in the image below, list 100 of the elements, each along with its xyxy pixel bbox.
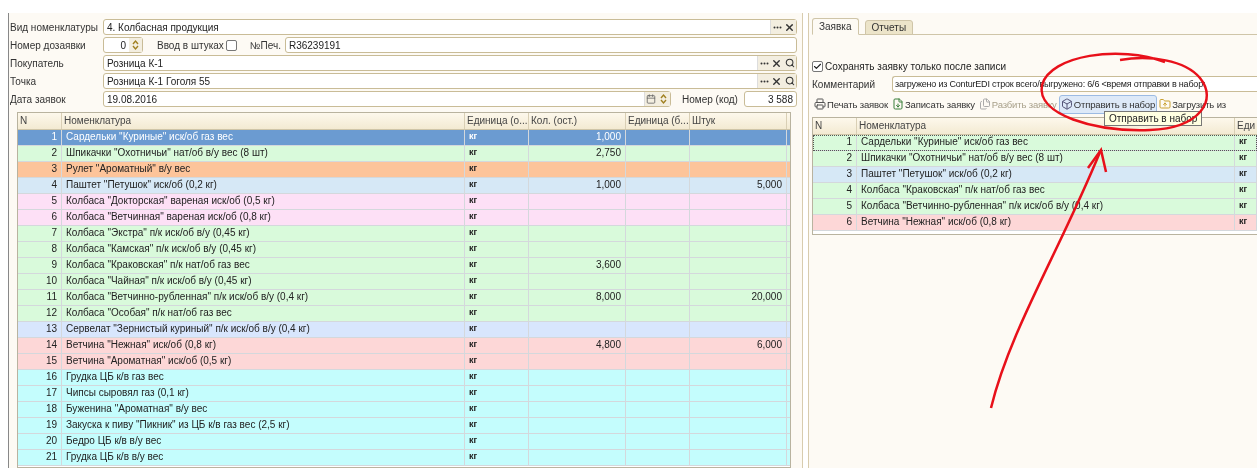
- table-row[interactable]: 20 Бедро ЦБ к/в в/у вес кг: [18, 434, 790, 450]
- number-field[interactable]: 0: [103, 37, 143, 53]
- table-cell: Паштет "Петушок" иск/об (0,2 кг): [857, 167, 1235, 182]
- ellipsis-icon[interactable]: [772, 25, 782, 29]
- input-field[interactable]: Розница К-1: [103, 55, 797, 71]
- toolbar-button[interactable]: Печать заявок: [812, 94, 890, 114]
- spinner-icon[interactable]: [132, 39, 139, 51]
- table-cell: кг: [465, 322, 529, 337]
- column-header[interactable]: Единица (б...: [626, 113, 690, 129]
- table-cell: Ветчина "Нежная" иск/об (0,8 кг): [857, 215, 1235, 230]
- tab[interactable]: Заявка: [812, 18, 859, 35]
- table-cell: 17: [18, 386, 62, 401]
- column-header[interactable]: Штук: [690, 113, 787, 129]
- table-row[interactable]: 6 Ветчина "Нежная" иск/об (0,8 кг) кг: [813, 215, 1257, 231]
- table-row[interactable]: 3 Паштет "Петушок" иск/об (0,2 кг) кг: [813, 167, 1257, 183]
- calendar-icon[interactable]: [646, 94, 656, 104]
- input-field[interactable]: R36239191: [284, 37, 797, 53]
- input-field[interactable]: Розница К-1 Гоголя 55: [103, 73, 797, 89]
- table-cell: 3,600: [529, 258, 626, 273]
- ellipsis-icon[interactable]: [759, 79, 769, 83]
- date-field[interactable]: 19.08.2016: [103, 91, 671, 107]
- table-row[interactable]: 8 Колбаса "Камская" п/к иск/об в/у (0,45 кг) кг: [18, 242, 790, 258]
- table-cell: 13: [18, 322, 62, 337]
- column-header[interactable]: Номенклатура: [62, 113, 465, 129]
- table-cell: кг: [465, 210, 529, 225]
- field-label: Номер (код): [682, 93, 738, 105]
- table-row[interactable]: 12 Колбаса "Особая" п/к нат/об газ вес кг: [18, 306, 790, 322]
- table-cell: 2: [813, 151, 857, 166]
- table-cell: Грудка ЦБ к/в в/у вес: [62, 450, 465, 465]
- table-row[interactable]: 2 Шпикачки "Охотничьи" нат/об в/у вес (8 шт) кг: [813, 151, 1257, 167]
- table-row[interactable]: 21 Грудка ЦБ к/в в/у вес кг: [18, 450, 790, 466]
- table-row[interactable]: 16 Грудка ЦБ к/в газ вес кг: [18, 370, 790, 386]
- table-cell: 1: [18, 130, 62, 145]
- field-label: Дата заявок: [10, 93, 67, 105]
- table-cell: кг: [465, 418, 529, 433]
- table-row[interactable]: 19 Закуска к пиву "Пикник" из ЦБ к/в газ вес (2,5 кг) кг: [18, 418, 790, 434]
- input-field[interactable]: 4. Колбасная продукция: [103, 19, 797, 35]
- table-cell: 20,000: [690, 290, 787, 305]
- table-cell: кг: [465, 130, 529, 145]
- table-cell: 1,000: [529, 130, 626, 145]
- input-field[interactable]: 3 588: [743, 91, 797, 107]
- table-cell: Шпикачки "Охотничьи" нат/об в/у вес (8 шт): [62, 146, 465, 161]
- table-cell: Чипсы сыровял газ (0,1 кг): [62, 386, 465, 401]
- field-label: №Печ.: [249, 39, 281, 51]
- table-cell: 4: [813, 183, 857, 198]
- table-row[interactable]: 17 Чипсы сыровял газ (0,1 кг) кг: [18, 386, 790, 402]
- column-header[interactable]: N: [813, 118, 857, 134]
- table-row[interactable]: 2 Шпикачки "Охотничьи" нат/об в/у вес (8 шт) кг 2,750: [18, 146, 790, 162]
- ellipsis-icon[interactable]: [759, 61, 769, 65]
- table-cell: Сардельки "Куриные" иск/об газ вес: [857, 135, 1235, 150]
- table-row[interactable]: 5 Колбаса "Докторская" вареная иск/об (0,5 кг) кг: [18, 194, 790, 210]
- table-row[interactable]: 11 Колбаса "Ветчинно-рубленная" п/к иск/об в/у (0,4 кг) кг 8,000 20,000: [18, 290, 790, 306]
- tab[interactable]: Отчеты: [864, 20, 914, 35]
- table-cell: Ветчина "Нежная" иск/об (0,8 кг): [62, 338, 465, 353]
- table-cell: Сардельки "Куриные" иск/об газ вес: [62, 130, 465, 145]
- spinner-icon[interactable]: [660, 93, 667, 105]
- table-row[interactable]: 3 Рулет "Ароматный" в/у вес кг: [18, 162, 790, 178]
- search-icon[interactable]: [784, 76, 795, 86]
- clear-icon[interactable]: [771, 57, 782, 69]
- table-cell: кг: [465, 450, 529, 465]
- column-header[interactable]: Еди: [1235, 118, 1257, 134]
- table-cell: 5,000: [690, 178, 787, 193]
- table-cell: 20: [18, 434, 62, 449]
- column-header[interactable]: Кол. (ост.): [529, 113, 626, 129]
- table-cell: Колбаса "Краковская" п/к нат/об газ вес: [857, 183, 1235, 198]
- checkbox[interactable]: [812, 60, 823, 72]
- table-cell: 5: [813, 199, 857, 214]
- table-row[interactable]: 10 Колбаса "Чайная" п/к иск/об в/у (0,45 кг) кг: [18, 274, 790, 290]
- table-cell: Колбаса "Ветчинно-рубленная" п/к иск/об в/у (0,4 кг): [62, 290, 465, 305]
- table-row[interactable]: 15 Ветчина "Ароматная" иск/об (0,5 кг) кг: [18, 354, 790, 370]
- column-header[interactable]: N: [18, 113, 62, 129]
- field-label: Комментарий: [812, 78, 876, 90]
- clear-icon[interactable]: [784, 21, 795, 33]
- table-cell: 6: [813, 215, 857, 230]
- table-row[interactable]: 13 Сервелат "Зернистый куриный" п/к иск/об в/у (0,4 кг) кг: [18, 322, 790, 338]
- table-cell: 4: [18, 178, 62, 193]
- toolbar-button[interactable]: Отправить в набор: [1058, 94, 1158, 114]
- table-row[interactable]: 4 Паштет "Петушок" иск/об (0,2 кг) кг 1,000 5,000: [18, 178, 790, 194]
- column-header[interactable]: Единица (о...: [465, 113, 529, 129]
- table-cell: 14: [18, 338, 62, 353]
- table-row[interactable]: 9 Колбаса "Краковская" п/к нат/об газ вес кг 3,600: [18, 258, 790, 274]
- toolbar-button[interactable]: Записать заявку: [890, 94, 977, 114]
- field-label: Покупатель: [10, 57, 65, 69]
- clear-icon[interactable]: [771, 75, 782, 87]
- checkbox[interactable]: [225, 39, 237, 51]
- table-row[interactable]: 6 Колбаса "Ветчинная" вареная иск/об (0,8 кг) кг: [18, 210, 790, 226]
- checkbox-label: Сохранять заявку только после записи: [825, 60, 1006, 72]
- table-cell: кг: [465, 434, 529, 449]
- search-icon[interactable]: [784, 58, 795, 68]
- table-cell: кг: [465, 338, 529, 353]
- table-cell: 7: [18, 226, 62, 241]
- table-row[interactable]: 18 Буженина "Ароматная" в/у вес кг: [18, 402, 790, 418]
- table-row[interactable]: 14 Ветчина "Нежная" иск/об (0,8 кг) кг 4,800 6,000: [18, 338, 790, 354]
- table-cell: кг: [465, 402, 529, 417]
- table-row[interactable]: 4 Колбаса "Краковская" п/к нат/об газ вес кг: [813, 183, 1257, 199]
- table-cell: Колбаса "Чайная" п/к иск/об в/у (0,45 кг): [62, 274, 465, 289]
- table-row[interactable]: 1 Сардельки "Куриные" иск/об газ вес кг: [813, 135, 1257, 151]
- table-cell: Шпикачки "Охотничьи" нат/об в/у вес (8 шт): [857, 151, 1235, 166]
- table-row[interactable]: 7 Колбаса "Экстра" п/к иск/об в/у (0,45 кг) кг: [18, 226, 790, 242]
- table-cell: Колбаса "Особая" п/к нат/об газ вес: [62, 306, 465, 321]
